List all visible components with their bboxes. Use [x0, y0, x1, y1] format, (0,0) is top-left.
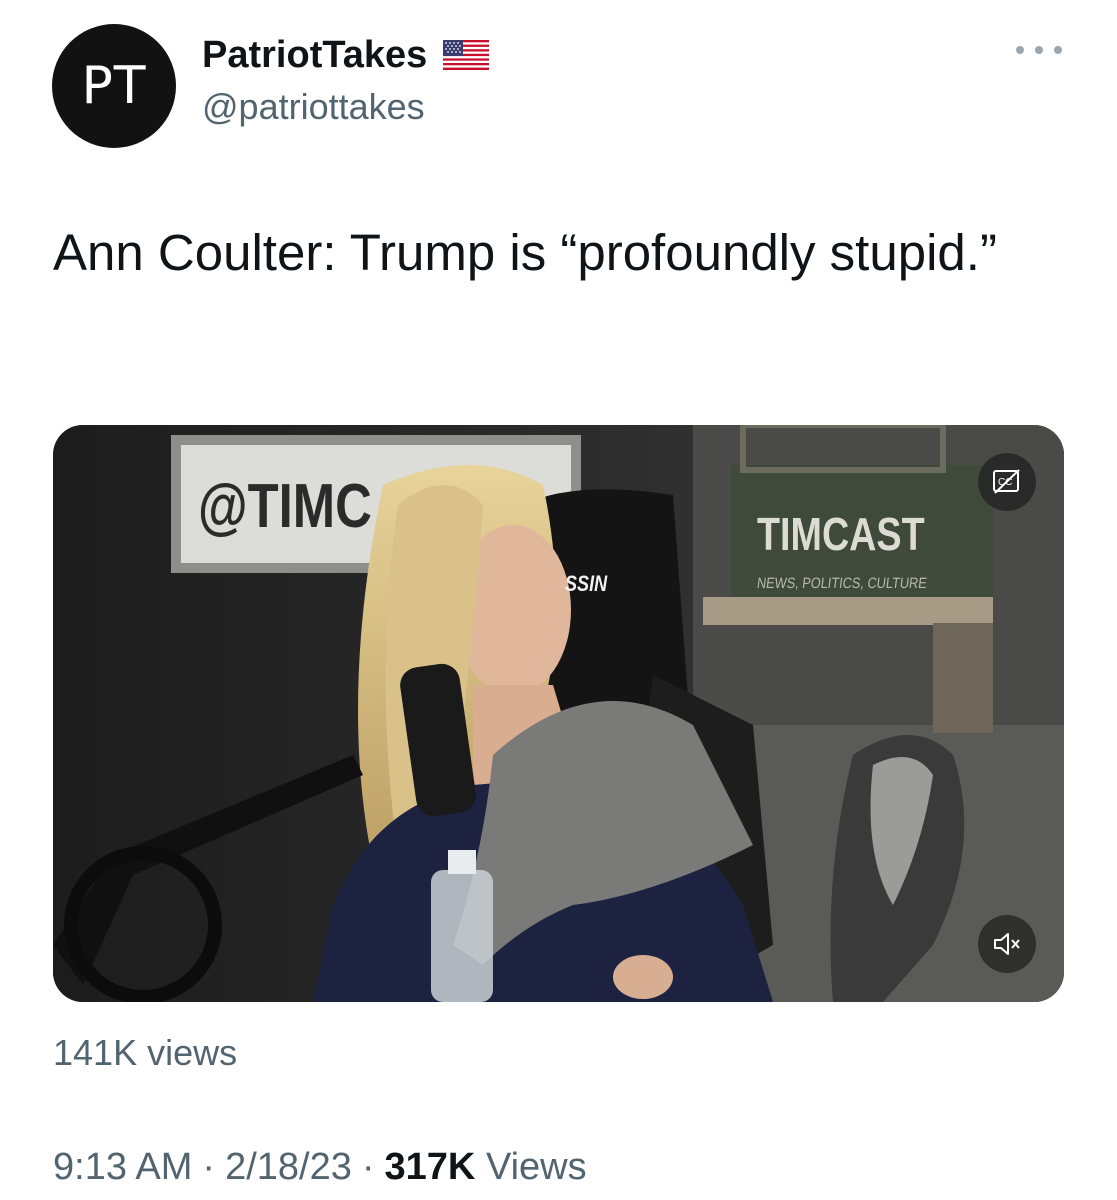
views-label: Views [485, 1146, 587, 1188]
tweet-meta: 9:13 AM · 2/18/23 · 317K Views [53, 1146, 587, 1189]
video-player[interactable]: @TIMC TIMCAST NEWS, POLITICS, CULTURE SS… [53, 425, 1064, 1002]
scene-chair-text: SSIN [565, 571, 608, 596]
more-options-icon[interactable] [1016, 38, 1062, 62]
closed-captions-icon[interactable]: CC [978, 453, 1036, 511]
scene-sign-text: @TIMC [198, 472, 372, 541]
volume-muted-icon[interactable] [978, 915, 1036, 973]
handle[interactable]: @patriottakes [202, 86, 425, 128]
display-name[interactable]: PatriotTakes [202, 34, 427, 77]
tweet-time[interactable]: 9:13 AM [53, 1146, 192, 1188]
avatar[interactable]: PT [52, 24, 176, 148]
separator: · [361, 1146, 375, 1188]
scene-box-text: TIMCAST [757, 508, 925, 560]
video-views: 141K views [53, 1032, 238, 1073]
views-count: 317K [384, 1146, 476, 1188]
display-name-row: PatriotTakes [202, 30, 490, 80]
tweet-text: Ann Coulter: Trump is “profoundly stupid… [53, 224, 997, 281]
separator: · [202, 1146, 216, 1188]
us-flag-icon [443, 40, 490, 70]
avatar-text: PT [81, 56, 147, 116]
tweet-date[interactable]: 2/18/23 [225, 1146, 352, 1188]
scene-box-subtext: NEWS, POLITICS, CULTURE [755, 575, 928, 592]
